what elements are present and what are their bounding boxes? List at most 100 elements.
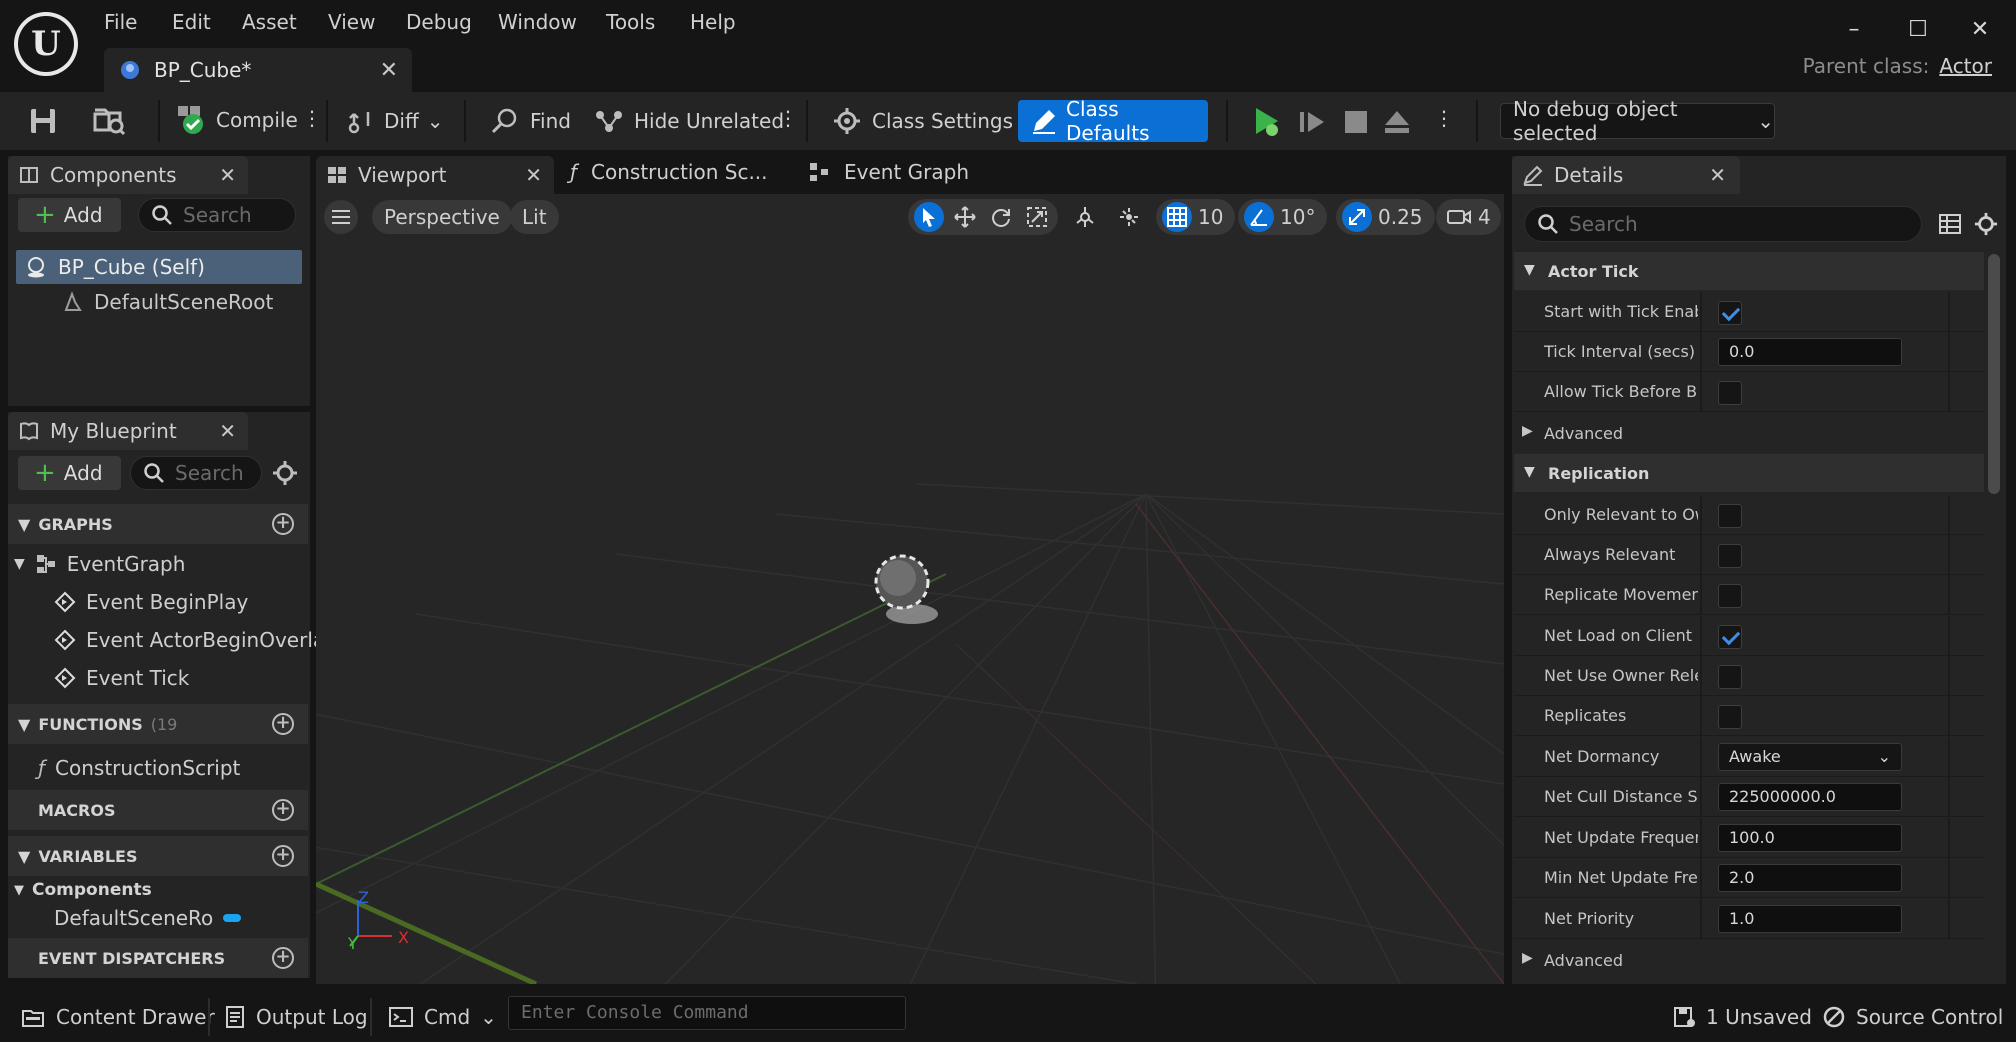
net-load-on-client-checkbox[interactable] [1718,625,1742,649]
menu-edit[interactable]: Edit [172,10,211,40]
table-view-icon[interactable] [1938,212,1962,236]
rotation-snap-group[interactable]: 10° [1238,199,1328,235]
document-tab[interactable]: BP_Cube* ✕ [104,48,412,92]
gear-icon[interactable] [272,460,298,486]
tab-construction-script[interactable]: ƒ Construction Sc... [570,160,768,184]
components-category[interactable]: ▼ Components [14,880,152,900]
component-root-item[interactable]: DefaultSceneRoot [60,290,273,314]
class-settings-button[interactable]: Class Settings [832,106,1013,136]
menu-asset[interactable]: Asset [242,10,297,40]
tick-interval-field[interactable]: 0.0 [1718,338,1902,366]
net-use-owner-checkbox[interactable] [1718,665,1742,689]
components-search-input[interactable]: Search [138,198,296,232]
menu-help[interactable]: Help [690,10,736,40]
scale-tool-icon[interactable] [1022,200,1052,234]
start-with-tick-checkbox[interactable] [1718,301,1742,325]
net-dormancy-select[interactable]: Awake ⌄ [1718,743,1902,771]
console-command-input[interactable]: Enter Console Command [508,996,906,1030]
rotate-tool-icon[interactable] [986,200,1016,234]
replicates-checkbox[interactable] [1718,705,1742,729]
replication-advanced[interactable]: ▶ Advanced [1514,940,1984,980]
unsaved-button[interactable]: 1 Unsaved [1672,1000,1812,1034]
minimize-icon[interactable]: – [1834,14,1874,44]
lit-button[interactable]: Lit [510,200,559,234]
menu-view[interactable]: View [328,10,375,40]
always-relevant-checkbox[interactable] [1718,544,1742,568]
eject-icon[interactable] [1382,108,1412,136]
output-log-button[interactable]: Output Log [224,1000,368,1034]
close-icon[interactable]: ✕ [380,58,398,83]
event-graph-item[interactable]: ▼ EventGraph [14,552,185,576]
add-variable-icon[interactable]: + [272,845,294,867]
close-icon[interactable]: ✕ [219,419,236,443]
play-options-icon[interactable]: ⋮ [1434,106,1454,130]
macros-section-header[interactable]: MACROS + [8,790,308,830]
menu-tools[interactable]: Tools [606,10,655,40]
tab-viewport[interactable]: Viewport ✕ [316,156,554,194]
net-cull-distance-field[interactable]: 225000000.0 [1718,783,1902,811]
select-tool-icon[interactable] [914,202,944,232]
perspective-button[interactable]: Perspective [372,200,512,234]
only-relevant-checkbox[interactable] [1718,504,1742,528]
graphs-section-header[interactable]: ▼ GRAPHS + [8,504,308,544]
surface-snap-icon[interactable] [1112,200,1146,234]
net-priority-field[interactable]: 1.0 [1718,905,1902,933]
step-icon[interactable] [1298,108,1328,136]
details-scrollbar[interactable] [1988,254,2000,494]
cmd-select[interactable]: Cmd ⌄ [388,1000,497,1034]
gear-icon[interactable] [1974,212,1998,236]
replication-category[interactable]: ▼ Replication [1514,454,1984,492]
viewport-canvas[interactable] [316,194,1504,984]
event-item[interactable]: Event BeginPlay [54,590,248,614]
variable-item[interactable]: DefaultSceneRo [54,906,242,930]
add-graph-icon[interactable]: + [272,513,294,535]
menu-file[interactable]: File [104,10,137,40]
hide-unrelated-button[interactable]: Hide Unrelated [594,106,784,136]
stop-icon[interactable] [1342,108,1370,136]
hamburger-menu-icon[interactable] [324,200,358,234]
parent-class-link[interactable]: Actor [1939,54,1992,78]
my-blueprint-search-input[interactable]: Search [130,456,262,490]
menu-debug[interactable]: Debug [406,10,472,40]
add-dispatcher-icon[interactable]: + [272,947,294,969]
compile-options-icon[interactable]: ⋮ [302,106,322,130]
add-macro-icon[interactable]: + [272,799,294,821]
add-function-icon[interactable]: + [272,713,294,735]
class-defaults-button[interactable]: Class Defaults [1018,97,1208,145]
details-tab[interactable]: Details ✕ [1512,156,1740,194]
browse-icon[interactable] [92,106,126,136]
maximize-icon[interactable]: ☐ [1898,14,1938,44]
move-tool-icon[interactable] [950,200,980,234]
variables-section-header[interactable]: ▼ VARIABLES + [8,836,308,876]
component-self-item[interactable]: BP_Cube (Self) [16,250,302,284]
net-update-frequency-field[interactable]: 100.0 [1718,824,1902,852]
construction-script-item[interactable]: ƒ ConstructionScript [38,756,240,780]
event-item[interactable]: Event ActorBeginOverlap [54,628,338,652]
diff-button[interactable]: Diff ⌄ [346,106,444,136]
functions-section-header[interactable]: ▼ FUNCTIONS (19 + [8,704,308,744]
debug-object-select[interactable]: No debug object selected ⌄ [1500,97,1775,145]
components-tab[interactable]: Components ✕ [8,156,248,194]
allow-tick-before-checkbox[interactable] [1718,381,1742,405]
actor-tick-category[interactable]: ▼ Actor Tick [1514,252,1984,290]
event-item[interactable]: Event Tick [54,666,189,690]
close-icon[interactable]: ✕ [1709,163,1726,187]
add-component-button[interactable]: + Add [18,198,121,232]
content-drawer-button[interactable]: Content Drawer [20,1000,215,1034]
close-window-icon[interactable]: ✕ [1960,14,2000,44]
min-net-update-field[interactable]: 2.0 [1718,864,1902,892]
event-dispatchers-section-header[interactable]: EVENT DISPATCHERS + [8,938,308,978]
camera-speed-group[interactable]: 4 [1436,199,1501,235]
compile-button[interactable]: Compile [176,104,298,136]
actor-tick-advanced[interactable]: ▶ Advanced [1514,413,1984,453]
grid-snap-group[interactable]: 10 [1156,199,1236,235]
find-options-icon[interactable]: ⋮ [778,106,798,130]
tab-event-graph[interactable]: Event Graph [808,160,969,184]
source-control-button[interactable]: Source Control [1822,1000,2003,1034]
world-local-icon[interactable] [1068,200,1102,234]
replicate-movement-checkbox[interactable] [1718,584,1742,608]
details-search-input[interactable]: Search [1524,206,1922,242]
save-icon[interactable] [28,106,58,136]
find-button[interactable]: Find [490,106,571,136]
scale-snap-group[interactable]: 0.25 [1336,199,1435,235]
